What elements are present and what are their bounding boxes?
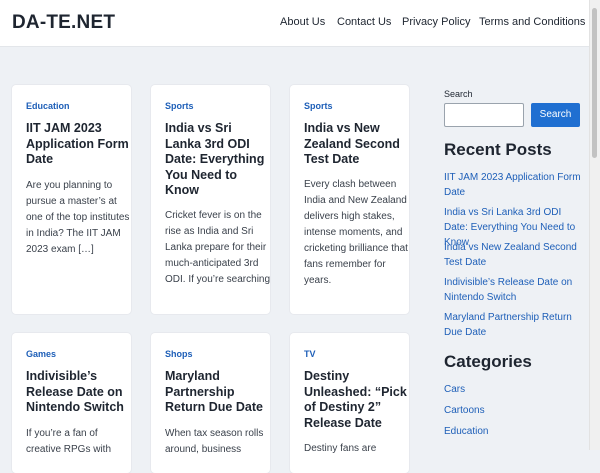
search-label: Search <box>444 89 473 99</box>
post-card[interactable]: TV Destiny Unleashed: “Pick of Destiny 2… <box>290 333 409 473</box>
post-category[interactable]: Games <box>26 349 56 359</box>
nav-link-terms-and-conditions[interactable]: Terms and Conditions <box>479 16 585 28</box>
scrollbar-thumb[interactable] <box>592 8 597 158</box>
recent-post-link[interactable]: Maryland Partnership Return Due Date <box>444 310 584 340</box>
post-card[interactable]: Sports India vs Sri Lanka 3rd ODI Date: … <box>151 85 270 314</box>
categories-heading: Categories <box>444 352 532 371</box>
page-scrollbar[interactable] <box>589 0 600 450</box>
post-excerpt: Every clash between India and New Zealan… <box>304 179 408 286</box>
post-excerpt: When tax season rolls around, business <box>165 428 264 455</box>
nav-link-contact-us[interactable]: Contact Us <box>337 16 391 28</box>
post-title[interactable]: Maryland Partnership Return Due Date <box>165 369 271 416</box>
recent-posts-heading: Recent Posts <box>444 140 552 159</box>
post-category[interactable]: Sports <box>304 101 333 111</box>
post-title[interactable]: IIT JAM 2023 Application Form Date <box>26 121 132 168</box>
post-card[interactable]: Education IIT JAM 2023 Application Form … <box>12 85 131 314</box>
post-card[interactable]: Sports India vs New Zealand Second Test … <box>290 85 409 314</box>
category-link[interactable]: Cars <box>444 382 584 397</box>
nav-link-about-us[interactable]: About Us <box>280 16 325 28</box>
category-link[interactable]: Education <box>444 424 584 439</box>
search-input[interactable] <box>444 103 524 127</box>
post-category[interactable]: Sports <box>165 101 194 111</box>
recent-post-link[interactable]: India vs New Zealand Second Test Date <box>444 240 584 270</box>
recent-post-link[interactable]: Indivisible’s Release Date on Nintendo S… <box>444 275 584 305</box>
post-category[interactable]: Shops <box>165 349 193 359</box>
search-button[interactable]: Search <box>531 103 580 127</box>
site-header: DA-TE.NET About Us Contact Us Privacy Po… <box>0 0 590 47</box>
recent-post-link[interactable]: IIT JAM 2023 Application Form Date <box>444 170 584 200</box>
post-category[interactable]: TV <box>304 349 316 359</box>
post-excerpt: If you’re a fan of creative RPGs with <box>26 428 112 455</box>
post-title[interactable]: India vs Sri Lanka 3rd ODI Date: Everyth… <box>165 121 271 199</box>
post-card[interactable]: Games Indivisible’s Release Date on Nint… <box>12 333 131 473</box>
post-excerpt: Cricket fever is on the rise as India an… <box>165 210 271 285</box>
post-title[interactable]: India vs New Zealand Second Test Date <box>304 121 410 168</box>
category-link[interactable]: Cartoons <box>444 403 584 418</box>
post-category[interactable]: Education <box>26 101 70 111</box>
post-excerpt: Destiny fans are <box>304 443 377 454</box>
nav-link-privacy-policy[interactable]: Privacy Policy <box>402 16 470 28</box>
post-excerpt: Are you planning to pursue a master’s at… <box>26 180 130 255</box>
post-card[interactable]: Shops Maryland Partnership Return Due Da… <box>151 333 270 473</box>
main-nav: About Us Contact Us Privacy Policy Terms… <box>0 16 590 32</box>
post-title[interactable]: Indivisible’s Release Date on Nintendo S… <box>26 369 132 416</box>
post-title[interactable]: Destiny Unleashed: “Pick of Destiny 2” R… <box>304 369 410 431</box>
